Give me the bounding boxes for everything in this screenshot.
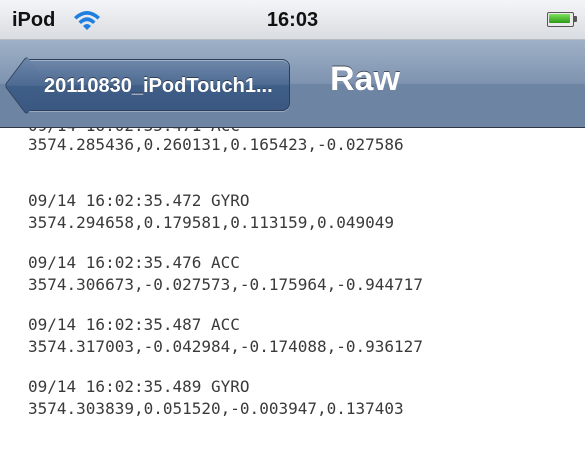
log-entry-header: 09/14 16:02:35.476 ACC [28,253,240,272]
back-button-label: 20110830_iPodTouch1... [44,75,273,97]
log-entry-header: 09/14 16:02:35.472 GYRO [28,191,250,210]
log-entry: 09/14 16:02:35.476 ACC 3574.306673,-0.02… [28,252,423,296]
page-title: Raw [330,60,400,98]
clock-time: 16:03 [266,9,319,31]
log-entry: 09/14 16:02:35.487 ACC 3574.317003,-0.04… [28,314,423,358]
raw-log-view[interactable]: 09/14 16:02:35.471 ACC 3574.285436,0.260… [0,128,585,456]
log-entry-values: 3574.317003,-0.042984,-0.174088,-0.93612… [28,337,423,356]
log-entry-header: 09/14 16:02:35.489 GYRO [28,377,250,396]
log-entry-header: 09/14 16:02:35.487 ACC [28,315,240,334]
status-bar: iPod 16:03 [0,0,585,40]
log-entry: 09/14 16:02:35.472 GYRO 3574.294658,0.17… [28,190,394,234]
back-button[interactable]: 20110830_iPodTouch1... [26,59,290,111]
log-entry-values: 3574.306673,-0.027573,-0.175964,-0.94471… [28,275,423,294]
log-entry-values: 3574.294658,0.179581,0.113159,0.049049 [28,213,395,232]
log-values-line: 3574.285436,0.260131,0.165423,-0.027586 [28,135,404,154]
log-entry-values: 3574.303839,0.051520,-0.003947,0.137403 [28,399,404,418]
battery-icon [547,12,577,27]
navigation-bar: 20110830_iPodTouch1... Raw [0,40,585,128]
log-entry: 09/14 16:02:35.489 GYRO 3574.303839,0.05… [28,376,404,420]
